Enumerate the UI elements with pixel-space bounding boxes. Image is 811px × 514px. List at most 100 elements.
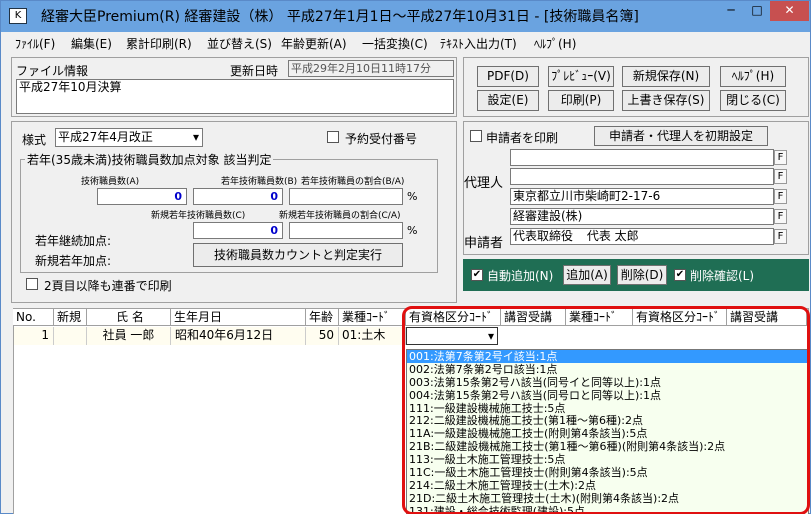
second-page-checkbox[interactable] bbox=[26, 278, 38, 290]
confirm-delete-label: 削除確認(L) bbox=[690, 269, 755, 283]
reserve-checkbox[interactable] bbox=[327, 131, 339, 143]
qualification-dropdown[interactable]: 001:法第7条第2号イ該当:1点 002:法第7条第2号ロ該当:1点 003:法第… bbox=[406, 349, 809, 514]
dropdown-option[interactable]: 11C:一級土木施工管理技士(附則第4条該当):5点 bbox=[407, 466, 808, 479]
memo-field[interactable]: 平成27年10月決算 bbox=[16, 79, 454, 114]
menu-edit[interactable]: 編集(E) bbox=[71, 35, 112, 52]
agent-field-2[interactable] bbox=[510, 168, 774, 185]
updated-label: 更新日時 bbox=[230, 64, 279, 78]
col-qualification-1[interactable]: 有資格区分ｺｰﾄﾞ bbox=[406, 309, 501, 326]
ratio-label: 若年技術職員の割合(B/A) bbox=[301, 177, 405, 187]
dropdown-option[interactable]: 21B:二級建設機械施工技士(第1種～第6種)(附則第4条該当):2点 bbox=[407, 440, 808, 453]
col-industry-2[interactable]: 業種ｺｰﾄﾞ bbox=[566, 309, 633, 326]
col-new[interactable]: 新規 bbox=[54, 309, 87, 326]
menu-age-update[interactable]: 年齢更新(A) bbox=[281, 35, 347, 52]
row-name[interactable]: 社員 一郎 bbox=[87, 327, 171, 345]
ratio-field bbox=[289, 188, 403, 205]
row-birth[interactable]: 昭和40年6月12日 bbox=[171, 327, 306, 345]
menu-bar: ﾌｧｲﾙ(F) 編集(E) 累計印刷(R) 並び替え(S) 年齢更新(A) 一括… bbox=[1, 32, 810, 53]
rep-name: 代表 太郎 bbox=[586, 229, 639, 243]
menu-help[interactable]: ﾍﾙﾌﾟ(H) bbox=[534, 35, 576, 52]
title-bar[interactable]: K 経審大臣Premium(R) 経審建設（株） 平成27年1月1日～平成27年… bbox=[1, 1, 810, 32]
dropdown-option[interactable]: 21D:二級土木施工管理技士(土木)(附則第4条該当):2点 bbox=[407, 492, 808, 505]
pdf-button[interactable]: PDF(D) bbox=[477, 66, 539, 87]
row-no[interactable]: 1 bbox=[14, 327, 54, 345]
dropdown-option[interactable]: 111:一級建設機械施工技士:5点 bbox=[407, 402, 808, 415]
minimize-button[interactable]: ─ bbox=[718, 1, 744, 21]
style-label: 様式 bbox=[22, 133, 47, 147]
overwrite-save-button[interactable]: 上書き保存(S) bbox=[622, 90, 710, 111]
new-ratio-percent: % bbox=[407, 224, 418, 237]
menu-cumulative-print[interactable]: 累計印刷(R) bbox=[126, 35, 192, 52]
col-industry-1[interactable]: 業種ｺｰﾄﾞ bbox=[339, 309, 406, 326]
representative-f-button[interactable]: F bbox=[774, 229, 787, 244]
new-young-label: 新規若年技術職員数(C) bbox=[151, 211, 246, 221]
menu-batch-convert[interactable]: 一括変換(C) bbox=[362, 35, 428, 52]
app-window: K 経審大臣Premium(R) 経審建設（株） 平成27年1月1日～平成27年… bbox=[0, 0, 811, 514]
address-field[interactable]: 東京都立川市柴崎町2-17-6 bbox=[510, 188, 774, 205]
dropdown-option[interactable]: 001:法第7条第2号イ該当:1点 bbox=[407, 350, 808, 363]
agent-f-button-1[interactable]: F bbox=[774, 150, 787, 165]
row-age[interactable]: 50 bbox=[306, 327, 339, 345]
address-f-button[interactable]: F bbox=[774, 189, 787, 204]
dropdown-option[interactable]: 113:一級土木施工管理技士:5点 bbox=[407, 453, 808, 466]
window-title: 経審大臣Premium(R) 経審建設（株） 平成27年1月1日～平成27年10… bbox=[41, 9, 639, 25]
settings-panel: 様式 平成27年4月改正 ▾ 予約受付番号 若年(35歳未満)技術職員数加点対象… bbox=[11, 121, 457, 303]
dropdown-option[interactable]: 002:法第7条第2号ロ該当:1点 bbox=[407, 363, 808, 376]
agent-field-1[interactable] bbox=[510, 149, 774, 166]
row-industry[interactable]: 01:土木 bbox=[339, 327, 406, 345]
col-age[interactable]: 年齢 bbox=[306, 309, 339, 326]
col-training-1[interactable]: 講習受講 bbox=[501, 309, 566, 326]
delete-button[interactable]: 削除(D) bbox=[617, 265, 667, 285]
auto-add-label: 自動追加(N) bbox=[487, 269, 554, 283]
menu-file[interactable]: ﾌｧｲﾙ(F) bbox=[15, 35, 55, 52]
dropdown-option[interactable]: 004:法第15条第2号ハ該当(同号ロと同等以上):1点 bbox=[407, 389, 808, 402]
young-count-field[interactable]: 0 bbox=[193, 188, 283, 205]
menu-text-io[interactable]: ﾃｷｽﾄ入出力(T) bbox=[440, 35, 517, 52]
confirm-delete-checkbox[interactable]: ✔ bbox=[674, 269, 686, 281]
maximize-button[interactable]: □ bbox=[744, 1, 770, 21]
menu-sort[interactable]: 並び替え(S) bbox=[207, 35, 272, 52]
dropdown-option[interactable]: 212:二級建設機械施工技士(第1種～第6種):2点 bbox=[407, 414, 808, 428]
new-ratio-field bbox=[289, 222, 403, 239]
dropdown-option[interactable]: 11A:一級建設機械施工技士(附則第4条該当):5点 bbox=[407, 427, 808, 440]
row-new[interactable] bbox=[54, 327, 87, 345]
new-young-field[interactable]: 0 bbox=[193, 222, 283, 239]
close-window-button[interactable]: ✕ bbox=[770, 1, 809, 21]
agent-f-button-2[interactable]: F bbox=[774, 169, 787, 184]
dropdown-option[interactable]: 003:法第15条第2号ハ該当(同号イと同等以上):1点 bbox=[407, 376, 808, 389]
print-button[interactable]: 印刷(P) bbox=[548, 90, 614, 111]
qualification-combo[interactable]: ▾ bbox=[406, 327, 498, 345]
init-applicant-button[interactable]: 申請者・代理人を初期設定 bbox=[594, 126, 768, 146]
app-icon[interactable]: K bbox=[9, 8, 27, 24]
preview-button[interactable]: ﾌﾟﾚﾋﾞｭｰ(V) bbox=[548, 66, 614, 87]
representative-field[interactable]: 代表取締役 代表 太郎 bbox=[510, 228, 774, 245]
option-list: 001:法第7条第2号イ該当:1点 002:法第7条第2号ロ該当:1点 003:法第… bbox=[407, 350, 808, 514]
save-new-button[interactable]: 新規保存(N) bbox=[622, 66, 710, 87]
tech-count-field[interactable]: 0 bbox=[97, 188, 187, 205]
rep-title: 代表取締役 bbox=[513, 229, 574, 243]
company-f-button[interactable]: F bbox=[774, 209, 787, 224]
dropdown-option[interactable]: 131:建設・総合技術監理(建設):5点 bbox=[407, 505, 808, 514]
auto-add-checkbox[interactable]: ✔ bbox=[471, 269, 483, 281]
style-select[interactable]: 平成27年4月改正 ▾ bbox=[55, 128, 203, 147]
help-button[interactable]: ﾍﾙﾌﾟ(H) bbox=[720, 66, 786, 87]
col-qualification-2[interactable]: 有資格区分ｺｰﾄﾞ bbox=[633, 309, 727, 326]
reserve-label: 予約受付番号 bbox=[345, 132, 418, 146]
print-applicant-checkbox[interactable] bbox=[470, 130, 482, 142]
col-birth[interactable]: 生年月日 bbox=[171, 309, 306, 326]
dropdown-option[interactable]: 214:二級土木施工管理技士(土木):2点 bbox=[407, 479, 808, 492]
settings-button[interactable]: 設定(E) bbox=[477, 90, 539, 111]
ratio-percent: % bbox=[407, 190, 418, 203]
close-button[interactable]: 閉じる(C) bbox=[720, 90, 786, 111]
file-info-panel: ファイル情報 更新日時 平成29年2月10日11時17分 平成27年10月決算 bbox=[11, 57, 457, 117]
add-button[interactable]: 追加(A) bbox=[563, 265, 611, 285]
continuation-label: 若年継続加点: bbox=[35, 234, 112, 248]
col-name[interactable]: 氏 名 bbox=[87, 309, 171, 326]
col-training-2[interactable]: 講習受講 bbox=[727, 309, 807, 326]
chevron-down-icon[interactable]: ▾ bbox=[488, 328, 494, 344]
file-info-label: ファイル情報 bbox=[16, 64, 89, 78]
judge-button[interactable]: 技術職員数カウントと判定実行 bbox=[193, 243, 403, 267]
col-no[interactable]: No. bbox=[13, 309, 54, 326]
company-field[interactable]: 経審建設(株) bbox=[510, 208, 774, 225]
new-points-label: 新規若年加点: bbox=[35, 254, 112, 268]
